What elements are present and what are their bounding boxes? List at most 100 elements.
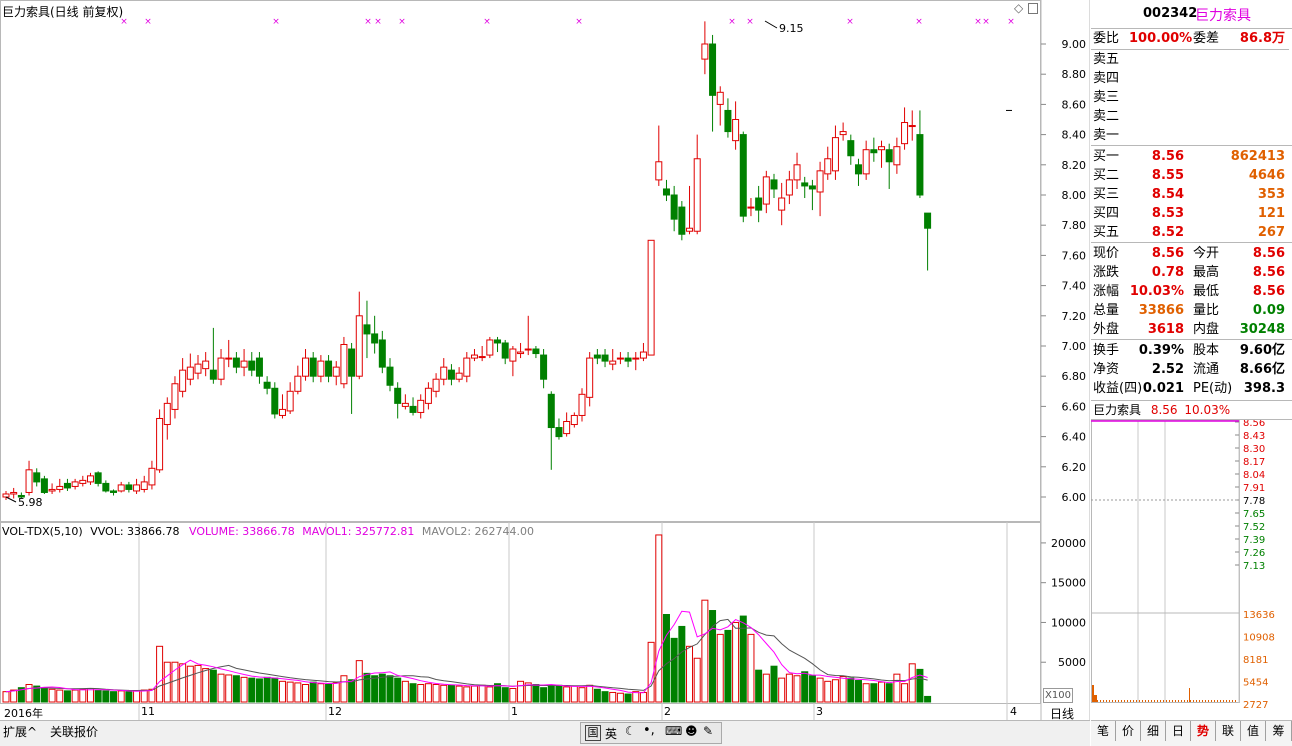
- intraday-mini-chart[interactable]: 8.56 8.43 8.30 8.17 8.04 7.91 7.78 7.65 7.52 7.39…: [1091, 420, 1292, 720]
- fund-value: 8.66亿: [1239, 362, 1285, 377]
- related-quotes-tab[interactable]: 关联报价: [50, 723, 98, 740]
- candle-body: [540, 354, 548, 380]
- tab-price[interactable]: 价: [1116, 721, 1141, 741]
- buy-row[interactable]: 买一 8.56 862413: [1091, 147, 1289, 166]
- candle-body: [94, 472, 102, 484]
- date-label-1: 1: [511, 705, 518, 718]
- tab-related[interactable]: 联: [1216, 721, 1241, 741]
- tab-value[interactable]: 值: [1241, 721, 1266, 741]
- candle-body: [86, 475, 94, 483]
- fund-row: 换手 0.39% 股本 9.60亿: [1091, 341, 1289, 360]
- mini-price-label: 8.30: [1243, 444, 1265, 455]
- candle-body: [609, 360, 617, 365]
- tab-chips[interactable]: 筹: [1266, 721, 1292, 741]
- mini-price-label: 7.13: [1243, 561, 1265, 572]
- volume-bar: [217, 673, 225, 703]
- buy-row[interactable]: 买五 8.52 267: [1091, 223, 1289, 242]
- mini-price-label: 8.43: [1243, 431, 1265, 442]
- mini-volume-bar: [1124, 700, 1125, 702]
- side-tab-bar: 笔 价 细 日 势 联 值 筹: [1091, 720, 1292, 746]
- buy-row[interactable]: 买二 8.55 4646: [1091, 166, 1289, 185]
- volume-bar: [386, 675, 394, 703]
- candle-body: [762, 176, 770, 205]
- chart-area[interactable]: 9.00 8.80 8.60 8.40 8.20 8.00 7.80 7.60 7.40 7.20…: [0, 0, 1090, 721]
- candle-body: [386, 366, 394, 386]
- price-axis-label: 6.80: [1062, 370, 1087, 383]
- candle-body: [470, 354, 478, 359]
- buy-row[interactable]: 买四 8.53 121: [1091, 204, 1289, 223]
- price-axis-label: 7.20: [1062, 310, 1087, 323]
- candle-body: [578, 393, 586, 416]
- candle-body: [348, 348, 356, 377]
- candle-body: [893, 146, 901, 166]
- volume-bar: [916, 668, 924, 703]
- mini-volume-bar: [1094, 695, 1097, 702]
- volume-indicator-name[interactable]: VOL-TDX(5,10): [2, 525, 83, 538]
- price-axis-label: 8.80: [1062, 68, 1087, 81]
- moon-icon[interactable]: ☾: [625, 724, 636, 738]
- weibi-row: 委比 100.00% 委差 86.8万: [1091, 29, 1289, 50]
- keyboard-icon[interactable]: ⌨: [665, 724, 682, 738]
- mini-volume-bar: [1127, 700, 1128, 702]
- candle-body: [340, 343, 348, 385]
- weibi-label: 委比: [1093, 31, 1120, 46]
- candle-body: [570, 414, 578, 426]
- expand-tab[interactable]: 扩展^: [3, 723, 37, 740]
- mini-chart-header: 巨力索具 8.56 10.03%: [1091, 401, 1292, 420]
- candle-body: [563, 421, 571, 435]
- volume-bar: [409, 683, 417, 703]
- volume-bar: [693, 657, 701, 703]
- buy-label: 买二: [1093, 168, 1120, 183]
- stat-value: 8.56: [1252, 284, 1285, 299]
- volume-bar: [271, 677, 279, 703]
- candle-body: [125, 484, 133, 490]
- candle-body: [616, 357, 624, 360]
- candle-body: [686, 227, 694, 232]
- volume-bar: [209, 669, 217, 703]
- tab-trades[interactable]: 笔: [1091, 721, 1116, 741]
- volume-bar: [394, 677, 402, 703]
- punctuation-icon[interactable]: •,: [643, 723, 655, 738]
- buy-price: 8.55: [1151, 168, 1184, 183]
- volume-bar: [517, 680, 525, 703]
- mini-volume-bar: [1106, 700, 1107, 702]
- buy-volume: 267: [1257, 225, 1285, 240]
- volume-bar: [325, 684, 333, 703]
- sell-label: 卖三: [1093, 90, 1120, 105]
- mini-volume-bar: [1169, 700, 1170, 702]
- volume-bar: [578, 687, 586, 703]
- chinese-mode-icon[interactable]: 国: [585, 725, 601, 741]
- buy-row[interactable]: 买三 8.54 353: [1091, 185, 1289, 204]
- mini-price-label: 7.39: [1243, 535, 1265, 546]
- kline-chart[interactable]: 9.00 8.80 8.60 8.40 8.20 8.00 7.80 7.60 7.40 7.20…: [0, 0, 1090, 720]
- stat-value: 8.56: [1252, 265, 1285, 280]
- candle-body: [701, 43, 709, 60]
- candle-body: [432, 378, 440, 392]
- volume-bar: [762, 673, 770, 703]
- candle-body: [133, 484, 141, 492]
- stat-label: 量比: [1193, 303, 1220, 318]
- volume-bar: [202, 668, 210, 703]
- tab-daily[interactable]: 日: [1166, 721, 1191, 741]
- mini-volume-bar: [1100, 700, 1101, 702]
- volume-bar: [79, 688, 87, 703]
- candle-body: [509, 348, 517, 362]
- window-toggle-icon[interactable]: [1028, 3, 1038, 14]
- fund-value: 0.39%: [1138, 343, 1184, 358]
- volume-bar: [71, 689, 79, 703]
- fund-label: 换手: [1093, 343, 1120, 358]
- mini-volume-bar: [1160, 700, 1161, 702]
- user-icon[interactable]: ☻: [685, 724, 698, 738]
- candle-body: [517, 351, 525, 355]
- volume-bar: [593, 688, 601, 703]
- mini-volume-bar: [1112, 700, 1113, 702]
- tab-detail[interactable]: 细: [1141, 721, 1166, 741]
- candle-body: [371, 333, 379, 344]
- volume-bar: [133, 690, 141, 703]
- english-mode-icon[interactable]: 英: [605, 725, 617, 742]
- fund-label: PE(动): [1193, 381, 1233, 396]
- wrench-icon[interactable]: ✎: [703, 724, 713, 738]
- tab-trend[interactable]: 势: [1191, 721, 1216, 741]
- volume-bar: [716, 633, 724, 703]
- diamond-icon[interactable]: ◇: [1014, 1, 1023, 15]
